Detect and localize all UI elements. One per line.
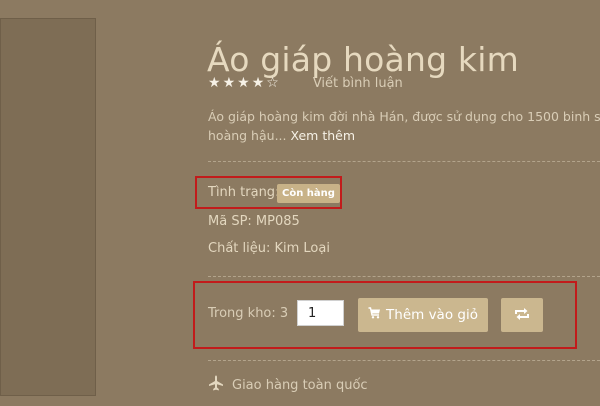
divider: [208, 360, 600, 361]
compare-icon: [514, 306, 530, 325]
material-text: Chất liệu: Kim Loại: [208, 241, 330, 256]
rating-stars: ★ ★ ★ ★ ☆: [208, 76, 279, 90]
description-line-1: Áo giáp hoàng kim đời nhà Hán, được sử d…: [208, 109, 600, 124]
add-to-cart-label: Thêm vào giỏ: [386, 307, 478, 323]
stock-label: Trong kho: 3: [208, 306, 289, 321]
read-more-link[interactable]: Xem thêm: [290, 128, 355, 143]
status-label: Tình trạng:: [208, 185, 280, 200]
in-stock-badge: Còn hàng: [277, 184, 340, 203]
product-image-panel: [0, 18, 96, 396]
divider: [208, 161, 600, 162]
rating-row: ★ ★ ★ ★ ☆ Viết bình luận: [208, 73, 403, 93]
description-continued: hoàng hậu...: [208, 128, 287, 143]
star-filled-icon: ★: [222, 75, 236, 91]
quantity-input[interactable]: [297, 300, 344, 326]
product-description: Áo giáp hoàng kim đời nhà Hán, được sử d…: [208, 107, 600, 145]
plane-icon: [208, 375, 224, 395]
star-filled-icon: ★: [251, 75, 265, 91]
star-filled-icon: ★: [237, 75, 250, 91]
write-review-link[interactable]: Viết bình luận: [313, 76, 403, 91]
description-line-2: hoàng hậu... Xem thêm: [208, 126, 600, 145]
divider: [208, 276, 600, 277]
shipping-info: Giao hàng toàn quốc: [208, 375, 368, 395]
shipping-label: Giao hàng toàn quốc: [232, 377, 368, 393]
cart-icon: [368, 307, 381, 323]
star-filled-icon: ★: [208, 75, 221, 91]
sku-text: Mã SP: MP085: [208, 214, 300, 229]
compare-button[interactable]: [501, 298, 543, 332]
add-to-cart-button[interactable]: Thêm vào giỏ: [358, 298, 488, 332]
star-empty-icon: ☆: [266, 75, 279, 91]
